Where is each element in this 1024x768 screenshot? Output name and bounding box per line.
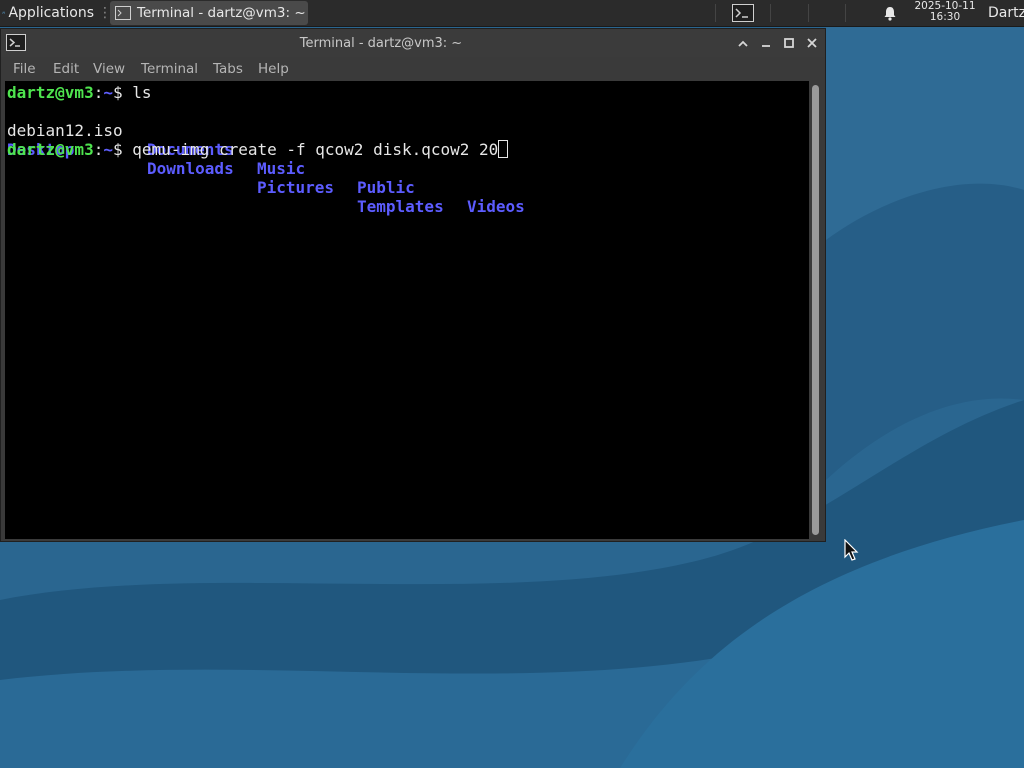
scrollbar-thumb[interactable]	[812, 85, 819, 535]
applications-menu-button[interactable]: Applications ⋮	[0, 0, 112, 26]
menu-help[interactable]: Help	[258, 61, 289, 77]
prompt-user: dartz@vm3	[7, 140, 94, 159]
scrollbar[interactable]	[809, 81, 823, 539]
prompt-path: ~	[103, 83, 113, 102]
command-input: qemu-img create -f qcow2 disk.qcow2 20	[132, 140, 499, 159]
menu-file[interactable]: File	[13, 61, 36, 77]
ls-dir: Music	[257, 159, 306, 178]
terminal-icon	[115, 6, 131, 20]
ls-dir: Downloads	[147, 159, 234, 178]
ls-dir: Videos	[467, 197, 525, 216]
panel-separator	[715, 4, 716, 22]
xfce-logo-icon	[2, 11, 6, 15]
prompt-path: ~	[103, 140, 113, 159]
terminal-window: Terminal - dartz@vm3: ~ File Edit View T…	[0, 28, 826, 542]
ls-output-row-2: Desktop Downloads Pictures Templates	[7, 121, 807, 216]
window-title: Terminal - dartz@vm3: ~	[299, 36, 463, 51]
bell-icon	[884, 6, 896, 21]
window-titlebar[interactable]: Terminal - dartz@vm3: ~	[1, 29, 825, 57]
clock-time: 16:30	[929, 11, 961, 23]
notifications-button[interactable]	[880, 0, 900, 26]
prompt-user: dartz@vm3	[7, 83, 94, 102]
prompt-dollar: $	[112, 83, 133, 102]
taskbar-terminal-label: Terminal - dartz@vm3: ~	[137, 5, 306, 21]
minimize-icon	[762, 45, 770, 47]
menu-tabs[interactable]: Tabs	[213, 61, 243, 77]
terminal-launcher-icon	[732, 4, 754, 22]
terminal-launcher-button[interactable]	[729, 0, 757, 26]
applications-label: Applications	[8, 5, 94, 21]
maximize-button[interactable]	[780, 34, 798, 52]
menu-view[interactable]: View	[93, 61, 125, 77]
close-button[interactable]	[803, 34, 821, 52]
panel-separator	[770, 4, 771, 22]
mouse-pointer-icon	[844, 539, 859, 561]
ls-dir: Templates	[357, 197, 444, 216]
prompt-separator: :	[93, 140, 104, 159]
ls-dir: Pictures	[257, 178, 335, 197]
top-panel: Applications ⋮ Terminal - dartz@vm3: ~ 2…	[0, 0, 1024, 27]
terminal-output[interactable]: dartz@vm3:~$ ls debian12.iso Documents M…	[5, 81, 809, 539]
panel-separator	[808, 4, 809, 22]
terminal-line-1: dartz@vm3:~$ ls	[7, 83, 152, 102]
ls-output-row-1: debian12.iso Documents Music Public Vide…	[7, 102, 807, 216]
prompt-dollar: $	[112, 140, 133, 159]
prompt-separator: :	[93, 83, 104, 102]
menu-terminal[interactable]: Terminal	[141, 61, 198, 77]
user-label: Dartz	[988, 5, 1024, 21]
menu-edit[interactable]: Edit	[53, 61, 79, 77]
terminal-line-4: dartz@vm3:~$ qemu-img create -f qcow2 di…	[7, 140, 509, 159]
chevron-up-icon	[738, 40, 748, 47]
ls-dir: Public	[357, 178, 415, 197]
menu-bar: File Edit View Terminal Tabs Help	[1, 57, 825, 81]
clock[interactable]: 2025-10-11 16:30	[906, 1, 984, 25]
close-icon	[807, 38, 817, 48]
user-menu-button[interactable]: Dartz	[986, 0, 1024, 26]
text-cursor	[498, 140, 509, 158]
command-ls: ls	[132, 83, 152, 102]
shade-button[interactable]	[734, 34, 752, 52]
taskbar-terminal-button[interactable]: Terminal - dartz@vm3: ~	[110, 1, 308, 25]
panel-separator	[845, 4, 846, 22]
minimize-button[interactable]	[757, 34, 775, 52]
maximize-icon	[784, 38, 794, 48]
